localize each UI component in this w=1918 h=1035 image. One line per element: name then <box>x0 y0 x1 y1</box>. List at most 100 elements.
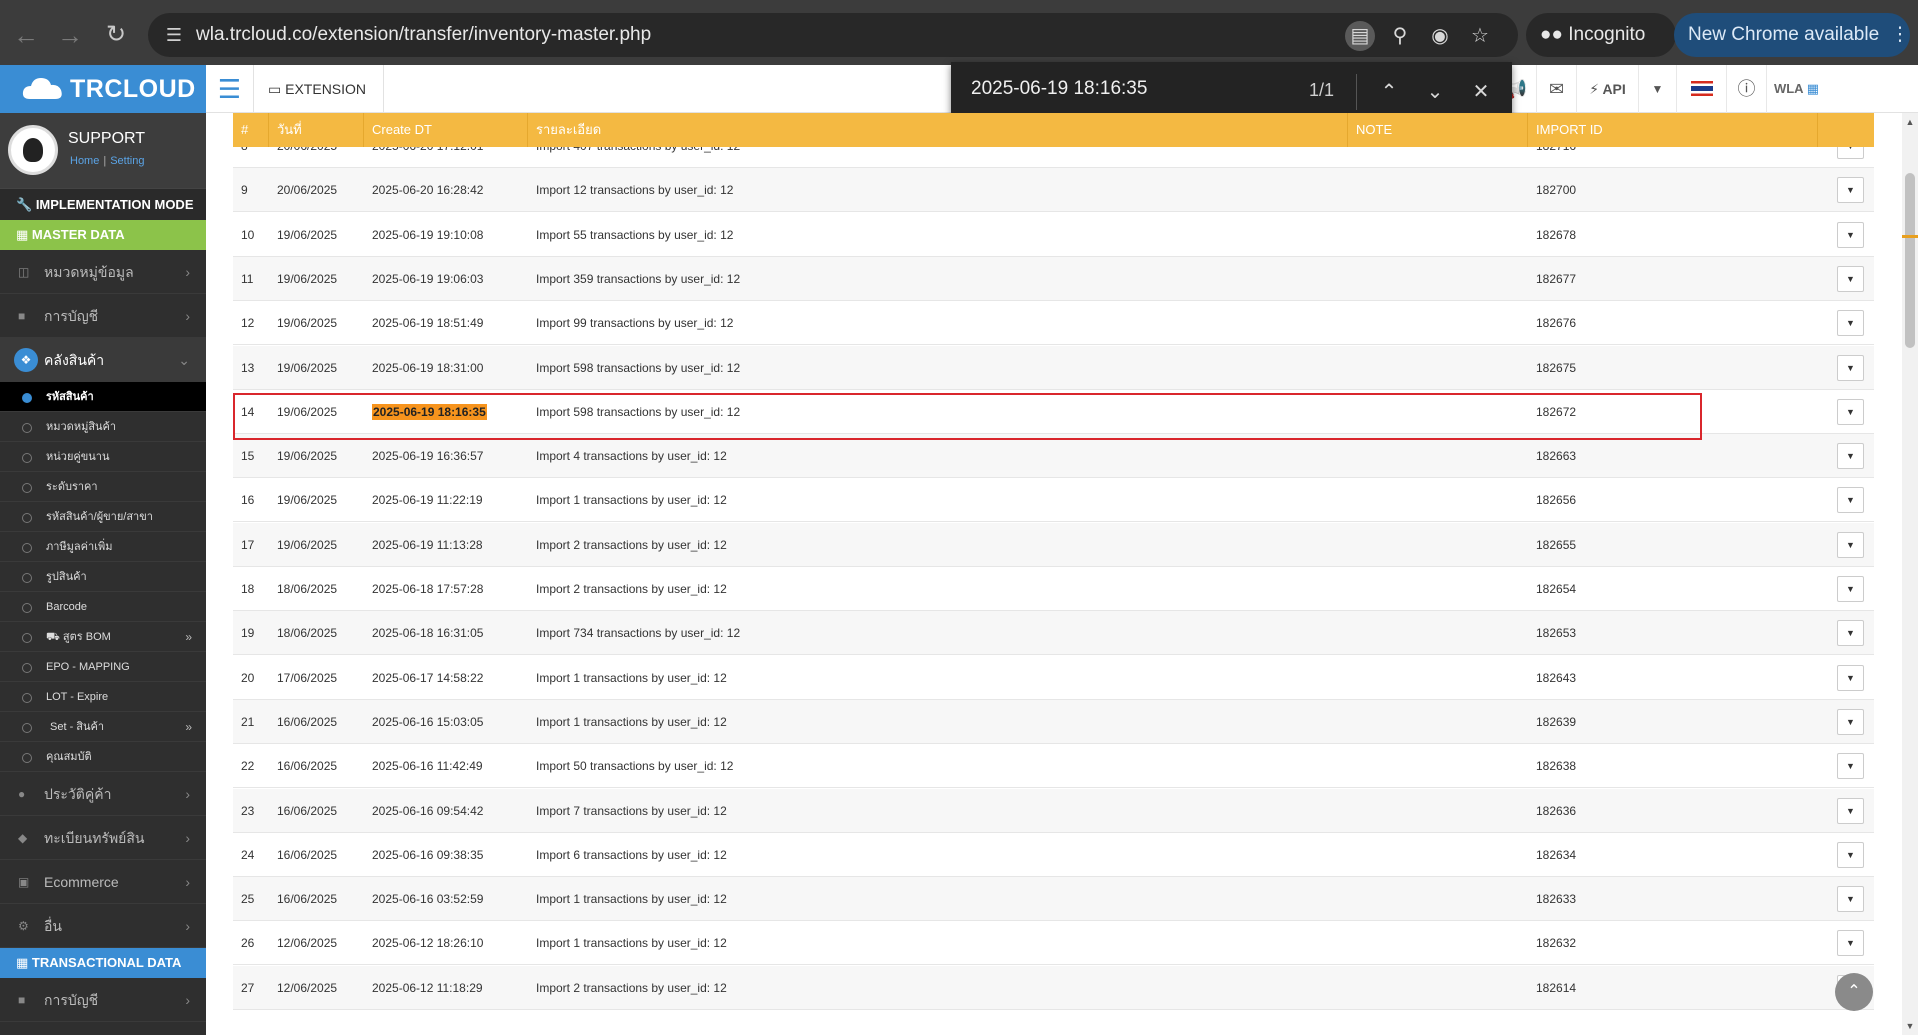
cell-date: 19/06/2025 <box>277 360 338 375</box>
site-info-icon[interactable]: ☰ <box>162 23 186 47</box>
sidebar-sub-bom[interactable]: ⛟ สูตร BOM » <box>0 622 206 652</box>
row-action-dropdown-button[interactable]: ▼ <box>1837 221 1864 248</box>
table-row[interactable]: 21 16/06/2025 2025-06-16 15:03:05 Import 1 … <box>233 699 1874 744</box>
sidebar-sub-vat[interactable]: ภาษีมูลค่าเพิ่ม <box>0 532 206 562</box>
find-in-page-icon[interactable]: ▤ <box>1345 21 1375 51</box>
cell-note <box>1348 789 1528 833</box>
scroll-down-arrow-icon[interactable]: ▼ <box>1905 1021 1915 1031</box>
help-icon[interactable]: ⓘ <box>1726 65 1766 113</box>
sidebar-item-asset-register[interactable]: ◆ ทะเบียนทรัพย์สิน › <box>0 816 206 860</box>
thai-flag-icon[interactable] <box>1676 65 1726 113</box>
row-action-dropdown-button[interactable]: ▼ <box>1837 443 1864 470</box>
new-chrome-available-button[interactable]: New Chrome available ⋮ <box>1674 13 1910 57</box>
find-previous-button[interactable]: ⌃ <box>1373 76 1405 108</box>
sidebar-sub-epo-mapping[interactable]: EPO - MAPPING <box>0 652 206 682</box>
table-row[interactable]: 10 19/06/2025 2025-06-19 19:10:08 Import 55… <box>233 213 1874 257</box>
table-row[interactable]: 16 19/06/2025 2025-06-19 11:22:19 Import 1 … <box>233 478 1874 523</box>
zoom-icon[interactable]: ⚲ <box>1385 21 1415 51</box>
back-button[interactable]: ← <box>8 17 44 53</box>
row-action-dropdown-button[interactable]: ▼ <box>1837 797 1864 824</box>
sidebar-item-data-category[interactable]: ◫ หมวดหมู่ข้อมูล › <box>0 250 206 294</box>
cell-description: Import 7 transactions by user_id: 12 <box>536 803 727 818</box>
table-row[interactable]: 22 16/06/2025 2025-06-16 11:42:49 Import 50… <box>233 744 1874 789</box>
cell-number: 18 <box>241 582 255 596</box>
table-row[interactable]: 23 16/06/2025 2025-06-16 09:54:42 Import 7 … <box>233 788 1874 833</box>
row-action-dropdown-button[interactable]: ▼ <box>1837 398 1864 425</box>
sidebar-item-accounting[interactable]: ■ การบัญชี › <box>0 294 206 338</box>
scrollbar-thumb[interactable] <box>1905 173 1915 348</box>
table-row[interactable]: 11 19/06/2025 2025-06-19 19:06:03 Import 35… <box>233 256 1874 301</box>
sidebar-item-ecommerce[interactable]: ▣ Ecommerce › <box>0 860 206 904</box>
reload-button[interactable]: ↻ <box>98 17 134 53</box>
scroll-up-arrow-icon[interactable]: ▲ <box>1905 117 1915 127</box>
address-bar[interactable]: ☰ wla.trcloud.co/extension/transfer/inve… <box>148 13 1518 57</box>
sidebar-sub-barcode[interactable]: Barcode <box>0 592 206 622</box>
tracking-protection-icon[interactable]: ◉ <box>1425 21 1455 51</box>
page-scrollbar[interactable]: ▲ ▼ <box>1902 113 1918 1035</box>
row-action-dropdown-button[interactable]: ▼ <box>1837 753 1864 780</box>
sidebar-sub-properties[interactable]: คุณสมบัติ <box>0 742 206 772</box>
cell-description: Import 1 transactions by user_id: 12 <box>536 714 727 729</box>
find-close-button[interactable]: ✕ <box>1465 76 1497 108</box>
row-action-dropdown-button[interactable]: ▼ <box>1837 265 1864 292</box>
trcloud-logo[interactable]: TRCLOUD <box>0 65 206 113</box>
sidebar-item-accounting-2[interactable]: ■ การบัญชี › <box>0 978 206 1022</box>
dropdown-caret-icon[interactable]: ▼ <box>1638 65 1676 113</box>
sidebar-item-other[interactable]: ⚙ อื่น › <box>0 904 206 948</box>
table-row[interactable]: 19 18/06/2025 2025-06-18 16:31:05 Import 73… <box>233 611 1874 656</box>
row-action-dropdown-button[interactable]: ▼ <box>1837 708 1864 735</box>
home-link[interactable]: Home <box>70 155 99 167</box>
sidebar-sub-parallel-unit[interactable]: หน่วยคู่ขนาน <box>0 442 206 472</box>
user-menu[interactable]: WLA ▦ <box>1766 65 1826 113</box>
master-data-section[interactable]: ▦ MASTER DATA <box>0 220 206 250</box>
row-action-dropdown-button[interactable]: ▼ <box>1837 620 1864 647</box>
scroll-to-top-button[interactable]: ⌃ <box>1835 973 1873 1011</box>
transactional-data-section[interactable]: ▦ TRANSACTIONAL DATA <box>0 948 206 978</box>
row-action-dropdown-button[interactable]: ▼ <box>1837 310 1864 337</box>
table-row[interactable]: 20 17/06/2025 2025-06-17 14:58:22 Import 1 … <box>233 656 1874 700</box>
setting-link[interactable]: Setting <box>110 155 144 167</box>
bookmark-star-icon[interactable]: ☆ <box>1465 21 1495 51</box>
table-row[interactable]: 13 19/06/2025 2025-06-19 18:31:00 Import 59… <box>233 345 1874 390</box>
row-action-dropdown-button[interactable]: ▼ <box>1837 886 1864 913</box>
grid-icon: ▦ <box>16 955 29 970</box>
sidebar-sub-product-vendor-branch[interactable]: รหัสสินค้า/ผู้ขาย/สาขา <box>0 502 206 532</box>
sidebar-sub-price-level[interactable]: ระดับราคา <box>0 472 206 502</box>
row-action-dropdown-button[interactable]: ▼ <box>1837 487 1864 514</box>
table-row[interactable]: 26 12/06/2025 2025-06-12 18:26:10 Import 1 … <box>233 921 1874 966</box>
sidebar-sub-product-image[interactable]: รูปสินค้า <box>0 562 206 592</box>
api-menu[interactable]: ⚡ API <box>1576 65 1638 113</box>
row-action-dropdown-button[interactable]: ▼ <box>1837 664 1864 691</box>
row-action-dropdown-button[interactable]: ▼ <box>1837 354 1864 381</box>
forward-button[interactable]: → <box>52 17 88 53</box>
row-action-dropdown-button[interactable]: ▼ <box>1837 930 1864 957</box>
find-input[interactable]: 2025-06-19 18:16:35 <box>971 78 1147 100</box>
table-row[interactable]: 27 12/06/2025 2025-06-12 11:18:29 Import 2 … <box>233 965 1874 1010</box>
implementation-mode[interactable]: 🔧 IMPLEMENTATION MODE <box>0 188 206 220</box>
cell-note <box>1348 434 1528 478</box>
table-row[interactable]: 24 16/06/2025 2025-06-16 09:38:35 Import 6 … <box>233 833 1874 877</box>
table-row[interactable]: 12 19/06/2025 2025-06-19 18:51:49 Import 99… <box>233 301 1874 346</box>
table-row[interactable]: 15 19/06/2025 2025-06-19 16:36:57 Import 4 … <box>233 434 1874 479</box>
sidebar-sub-lot-expire[interactable]: LOT - Expire <box>0 682 206 712</box>
find-next-button[interactable]: ⌄ <box>1419 76 1451 108</box>
url-text[interactable]: wla.trcloud.co/extension/transfer/invent… <box>196 24 651 46</box>
sidebar-sub-product-code[interactable]: รหัสสินค้า <box>0 382 206 412</box>
row-action-dropdown-button[interactable]: ▼ <box>1837 841 1864 868</box>
incognito-indicator[interactable]: ●● Incognito <box>1526 13 1676 57</box>
sidebar-sub-product-category[interactable]: หมวดหมู่สินค้า <box>0 412 206 442</box>
sidebar-item-partner-history[interactable]: ● ประวัติคู่ค้า › <box>0 772 206 816</box>
table-row[interactable]: 18 18/06/2025 2025-06-18 17:57:28 Import 2 … <box>233 567 1874 611</box>
mail-icon[interactable]: ✉ <box>1536 65 1576 113</box>
sidebar-sub-set-product[interactable]: Set - สินค้า » <box>0 712 206 742</box>
row-action-dropdown-button[interactable]: ▼ <box>1837 177 1864 204</box>
row-action-dropdown-button[interactable]: ▼ <box>1837 576 1864 602</box>
row-action-dropdown-button[interactable]: ▼ <box>1837 531 1864 558</box>
hamburger-menu-icon[interactable]: ☰ <box>206 65 254 113</box>
table-row[interactable]: 9 20/06/2025 2025-06-20 16:28:42 Import 12 … <box>233 168 1874 213</box>
avatar[interactable] <box>8 125 58 175</box>
table-row[interactable]: 17 19/06/2025 2025-06-19 11:13:28 Import 2 … <box>233 522 1874 567</box>
table-row[interactable]: 25 16/06/2025 2025-06-16 03:52:59 Import 1 … <box>233 877 1874 922</box>
extension-menu[interactable]: ▭ EXTENSION <box>254 65 384 113</box>
sidebar-item-warehouse[interactable]: ❖ คลังสินค้า ⌄ <box>0 338 206 382</box>
